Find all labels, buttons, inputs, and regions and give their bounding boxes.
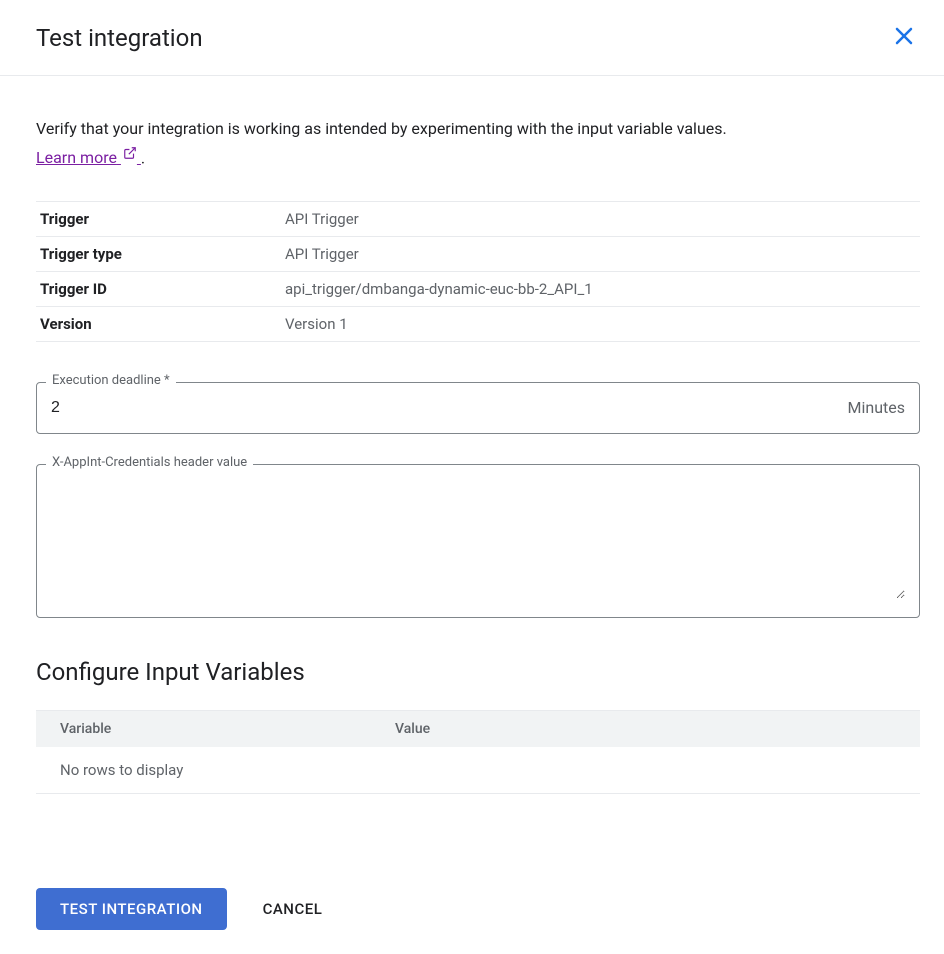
- credentials-header-wrap: [36, 464, 920, 618]
- info-value: api_trigger/dmbanga-dynamic-euc-bb-2_API…: [285, 280, 916, 298]
- column-header-variable: Variable: [60, 721, 395, 737]
- info-value: API Trigger: [285, 210, 916, 228]
- execution-deadline-label: Execution deadline *: [46, 373, 176, 388]
- info-value: Version 1: [285, 315, 916, 333]
- configure-input-variables-title: Configure Input Variables: [36, 658, 920, 686]
- info-row-version: Version Version 1: [36, 307, 920, 342]
- table-empty-message: No rows to display: [36, 747, 920, 794]
- close-button[interactable]: [888, 20, 920, 55]
- info-row-trigger-id: Trigger ID api_trigger/dmbanga-dynamic-e…: [36, 272, 920, 307]
- intro-text: Verify that your integration is working …: [36, 116, 756, 171]
- info-label: Trigger ID: [40, 280, 285, 298]
- intro-text-after: .: [141, 148, 145, 167]
- execution-deadline-field: Execution deadline * Minutes: [36, 382, 920, 434]
- external-link-icon: [123, 142, 137, 168]
- learn-more-link[interactable]: Learn more: [36, 148, 141, 167]
- execution-deadline-suffix: Minutes: [848, 398, 906, 417]
- close-icon: [892, 24, 916, 51]
- test-integration-button[interactable]: TEST INTEGRATION: [36, 888, 227, 930]
- test-integration-dialog: Test integration Verify that your integr…: [0, 0, 944, 954]
- info-row-trigger-type: Trigger type API Trigger: [36, 237, 920, 272]
- table-header: Variable Value: [36, 711, 920, 747]
- cancel-button[interactable]: CANCEL: [263, 900, 323, 918]
- dialog-title: Test integration: [36, 24, 203, 52]
- credentials-header-input[interactable]: [51, 479, 905, 599]
- credentials-header-label: X-AppInt-Credentials header value: [46, 455, 253, 470]
- dialog-footer: TEST INTEGRATION CANCEL: [0, 818, 944, 954]
- execution-deadline-input[interactable]: [51, 383, 848, 433]
- execution-deadline-input-wrap: Minutes: [36, 382, 920, 434]
- info-table: Trigger API Trigger Trigger type API Tri…: [36, 201, 920, 342]
- input-variables-table: Variable Value No rows to display: [36, 710, 920, 794]
- info-value: API Trigger: [285, 245, 916, 263]
- intro-text-before: Verify that your integration is working …: [36, 119, 727, 138]
- info-row-trigger: Trigger API Trigger: [36, 202, 920, 237]
- credentials-header-field: X-AppInt-Credentials header value: [36, 464, 920, 618]
- dialog-content: Verify that your integration is working …: [0, 76, 944, 818]
- column-header-value: Value: [395, 721, 896, 737]
- info-label: Trigger type: [40, 245, 285, 263]
- dialog-header: Test integration: [0, 0, 944, 76]
- info-label: Trigger: [40, 210, 285, 228]
- info-label: Version: [40, 315, 285, 333]
- learn-more-label: Learn more: [36, 148, 117, 167]
